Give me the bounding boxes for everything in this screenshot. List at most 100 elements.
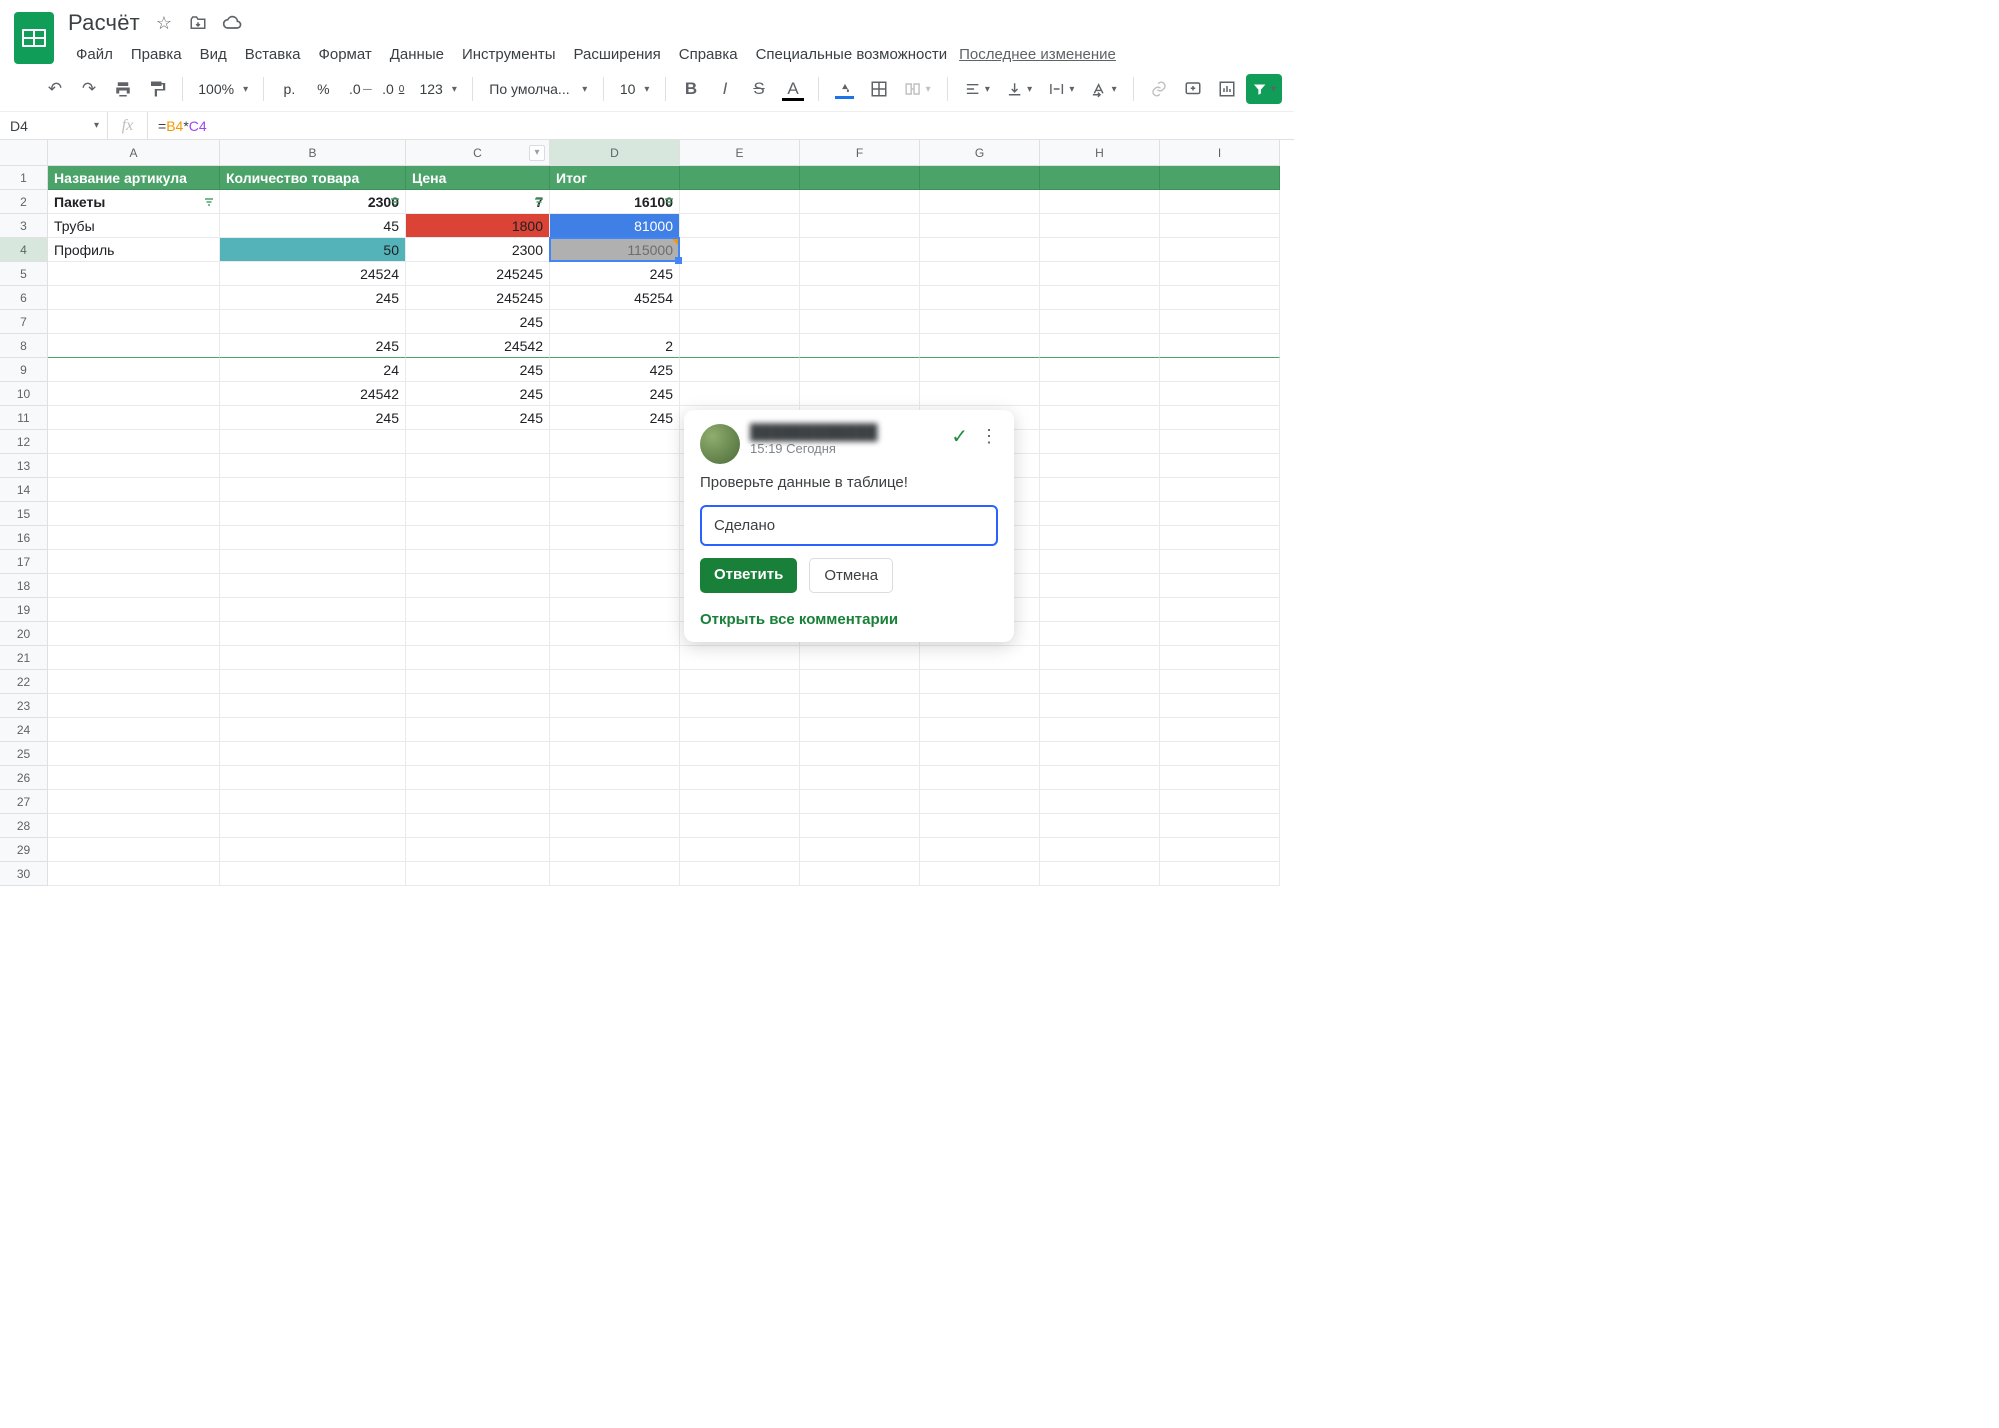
cell-H2[interactable] — [1040, 190, 1160, 214]
cell-E1[interactable] — [680, 166, 800, 190]
cell-G10[interactable] — [920, 382, 1040, 406]
cell-G27[interactable] — [920, 790, 1040, 814]
cell-G1[interactable] — [920, 166, 1040, 190]
cell-C6[interactable]: 245245 — [406, 286, 550, 310]
cell-B27[interactable] — [220, 790, 406, 814]
cell-I4[interactable] — [1160, 238, 1280, 262]
cell-A28[interactable] — [48, 814, 220, 838]
cell-B2[interactable]: 2300 — [220, 190, 406, 214]
cell-B30[interactable] — [220, 862, 406, 886]
font-size-dropdown[interactable]: 10 — [614, 74, 655, 104]
cell-H13[interactable] — [1040, 454, 1160, 478]
row-header-19[interactable]: 19 — [0, 598, 48, 622]
row-header-16[interactable]: 16 — [0, 526, 48, 550]
cell-D19[interactable] — [550, 598, 680, 622]
cell-H11[interactable] — [1040, 406, 1160, 430]
menu-edit[interactable]: Правка — [123, 42, 190, 67]
comment-reply-input[interactable]: Сделано — [700, 505, 998, 546]
row-header-26[interactable]: 26 — [0, 766, 48, 790]
undo-button[interactable]: ↶ — [40, 74, 70, 104]
cell-B13[interactable] — [220, 454, 406, 478]
cell-F24[interactable] — [800, 718, 920, 742]
cell-B3[interactable]: 45 — [220, 214, 406, 238]
document-title[interactable]: Расчёт — [68, 10, 140, 36]
row-header-27[interactable]: 27 — [0, 790, 48, 814]
cell-C24[interactable] — [406, 718, 550, 742]
cell-B6[interactable]: 245 — [220, 286, 406, 310]
cell-D11[interactable]: 245 — [550, 406, 680, 430]
cell-D12[interactable] — [550, 430, 680, 454]
row-header-4[interactable]: 4 — [0, 238, 48, 262]
cell-F4[interactable] — [800, 238, 920, 262]
cell-C17[interactable] — [406, 550, 550, 574]
cell-A22[interactable] — [48, 670, 220, 694]
cell-I25[interactable] — [1160, 742, 1280, 766]
row-header-6[interactable]: 6 — [0, 286, 48, 310]
reply-button[interactable]: Ответить — [700, 558, 797, 593]
cell-C20[interactable] — [406, 622, 550, 646]
cell-B18[interactable] — [220, 574, 406, 598]
cell-D5[interactable]: 245 — [550, 262, 680, 286]
cell-G28[interactable] — [920, 814, 1040, 838]
menu-extensions[interactable]: Расширения — [566, 42, 669, 67]
cancel-button[interactable]: Отмена — [809, 558, 893, 593]
cell-H5[interactable] — [1040, 262, 1160, 286]
row-header-23[interactable]: 23 — [0, 694, 48, 718]
column-header-D[interactable]: D — [550, 140, 680, 166]
cell-H20[interactable] — [1040, 622, 1160, 646]
cell-F30[interactable] — [800, 862, 920, 886]
column-header-A[interactable]: A — [48, 140, 220, 166]
row-header-5[interactable]: 5 — [0, 262, 48, 286]
cell-E4[interactable] — [680, 238, 800, 262]
cell-I18[interactable] — [1160, 574, 1280, 598]
row-header-12[interactable]: 12 — [0, 430, 48, 454]
cell-F9[interactable] — [800, 358, 920, 382]
cell-A4[interactable]: Профиль — [48, 238, 220, 262]
formula-bar[interactable]: = B4 * C4 — [148, 112, 1294, 139]
cell-A7[interactable] — [48, 310, 220, 334]
cell-A12[interactable] — [48, 430, 220, 454]
row-header-22[interactable]: 22 — [0, 670, 48, 694]
cell-H7[interactable] — [1040, 310, 1160, 334]
cell-E26[interactable] — [680, 766, 800, 790]
cell-E2[interactable] — [680, 190, 800, 214]
row-header-28[interactable]: 28 — [0, 814, 48, 838]
cell-D8[interactable]: 2 — [550, 334, 680, 358]
cell-C14[interactable] — [406, 478, 550, 502]
cell-E9[interactable] — [680, 358, 800, 382]
cell-B25[interactable] — [220, 742, 406, 766]
column-header-C[interactable]: C▾ — [406, 140, 550, 166]
cell-A15[interactable] — [48, 502, 220, 526]
comment-more-button[interactable]: ⋮ — [980, 426, 998, 447]
cell-A20[interactable] — [48, 622, 220, 646]
cell-B1[interactable]: Количество товара — [220, 166, 406, 190]
cell-I8[interactable] — [1160, 334, 1280, 358]
paint-format-button[interactable] — [142, 74, 172, 104]
cell-I11[interactable] — [1160, 406, 1280, 430]
cell-G9[interactable] — [920, 358, 1040, 382]
cell-H18[interactable] — [1040, 574, 1160, 598]
cell-H28[interactable] — [1040, 814, 1160, 838]
cell-E8[interactable] — [680, 334, 800, 358]
cell-G23[interactable] — [920, 694, 1040, 718]
cell-H22[interactable] — [1040, 670, 1160, 694]
cell-I9[interactable] — [1160, 358, 1280, 382]
borders-button[interactable] — [864, 74, 894, 104]
column-header-I[interactable]: I — [1160, 140, 1280, 166]
move-icon[interactable] — [188, 13, 208, 33]
cell-C27[interactable] — [406, 790, 550, 814]
cell-G6[interactable] — [920, 286, 1040, 310]
cell-A1[interactable]: Название артикула — [48, 166, 220, 190]
cell-F23[interactable] — [800, 694, 920, 718]
row-header-15[interactable]: 15 — [0, 502, 48, 526]
cell-D10[interactable]: 245 — [550, 382, 680, 406]
cell-B19[interactable] — [220, 598, 406, 622]
cell-C23[interactable] — [406, 694, 550, 718]
cell-B21[interactable] — [220, 646, 406, 670]
cell-H19[interactable] — [1040, 598, 1160, 622]
cell-A3[interactable]: Трубы — [48, 214, 220, 238]
column-header-G[interactable]: G — [920, 140, 1040, 166]
cell-E28[interactable] — [680, 814, 800, 838]
star-icon[interactable]: ☆ — [154, 13, 174, 33]
row-header-9[interactable]: 9 — [0, 358, 48, 382]
